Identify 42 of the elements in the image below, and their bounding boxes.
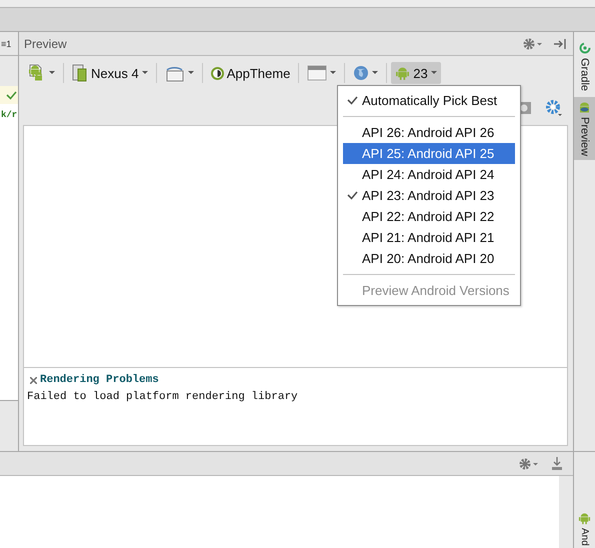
side-tab[interactable]: And xyxy=(579,528,590,546)
globe-icon xyxy=(353,65,370,81)
download-icon[interactable] xyxy=(551,456,563,470)
error-title: Rendering Problems xyxy=(40,374,159,386)
theme-button[interactable]: AppTheme xyxy=(206,62,294,84)
rotate-icon xyxy=(164,64,185,82)
layout-icon xyxy=(307,65,328,81)
menu-item[interactable]: API 24: Android API 24 xyxy=(343,164,515,185)
check-icon xyxy=(347,191,358,200)
menu-item[interactable]: API 21: Android API 21 xyxy=(343,227,515,248)
settings-icon[interactable] xyxy=(523,38,543,50)
panel-title: Preview xyxy=(24,36,68,50)
side-tab[interactable]: Gradle xyxy=(574,38,595,96)
android-eye-icon xyxy=(578,101,591,114)
caret-icon xyxy=(430,71,437,75)
phone-tablet-icon xyxy=(72,64,88,82)
android-icon xyxy=(395,66,410,80)
menu-item[interactable]: API 20: Android API 20 xyxy=(343,248,515,269)
menu-item[interactable]: API 23: Android API 23 xyxy=(343,185,515,206)
caret-icon xyxy=(49,71,55,75)
menu-item[interactable]: API 22: Android API 22 xyxy=(343,206,515,227)
api-button[interactable]: 23 xyxy=(391,62,441,84)
caret-icon xyxy=(142,71,148,75)
menu-item[interactable]: API 26: Android API 26 xyxy=(343,122,515,143)
menu-item[interactable]: Automatically Pick Best xyxy=(343,90,515,111)
error-message: Failed to load platform rendering library xyxy=(27,391,299,403)
caret-icon xyxy=(330,71,336,75)
settings-icon[interactable] xyxy=(519,458,539,470)
hide-panel-icon[interactable] xyxy=(553,38,567,50)
editor-tab[interactable]: ≡1 xyxy=(1,38,12,48)
caret-icon xyxy=(188,71,194,75)
close-icon[interactable] xyxy=(30,376,37,384)
gradle-icon xyxy=(578,42,590,54)
check-icon xyxy=(347,96,358,105)
android-icon xyxy=(578,512,591,526)
code-text: k/r xyxy=(1,110,18,120)
theme-icon xyxy=(210,66,224,80)
device-button[interactable]: Nexus 4 xyxy=(68,62,152,84)
caret-icon xyxy=(372,71,378,75)
settings-icon[interactable] xyxy=(545,100,563,116)
side-tab[interactable]: Preview xyxy=(574,97,595,160)
menu-item[interactable]: API 25: Android API 25 xyxy=(343,143,515,164)
